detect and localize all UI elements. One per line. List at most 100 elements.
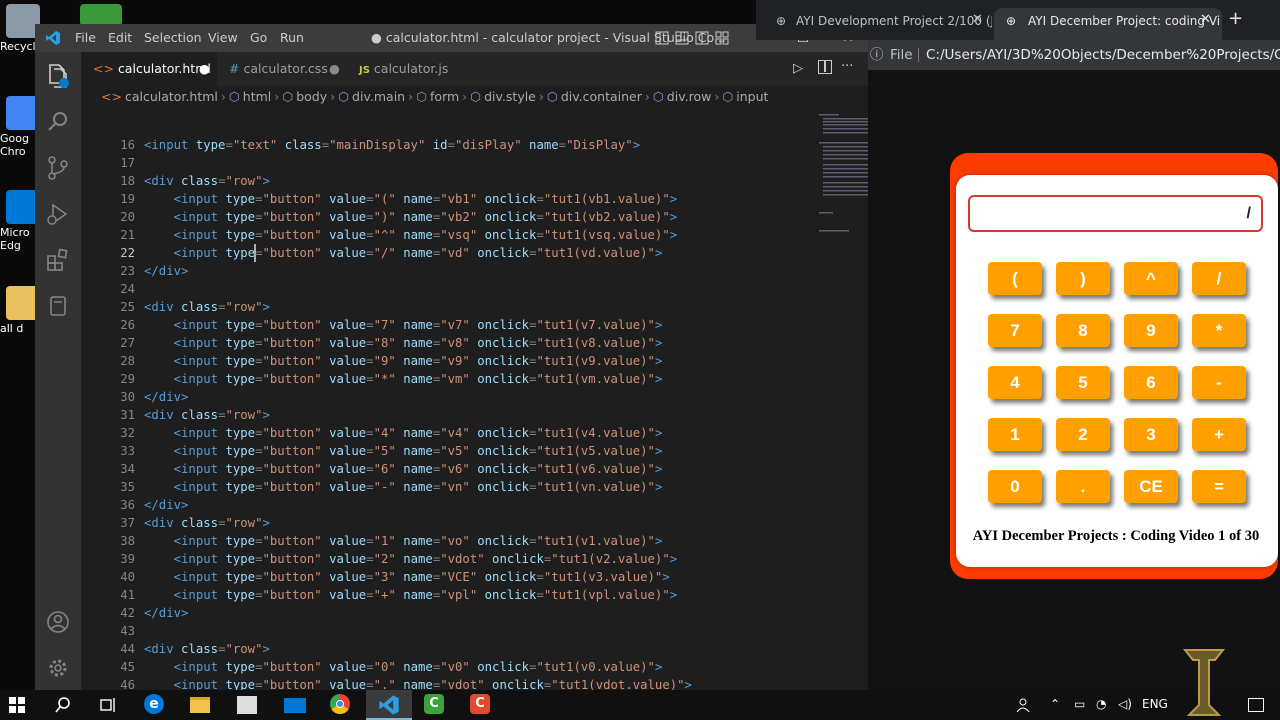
search-icon[interactable] [44, 108, 72, 136]
code-line[interactable]: 33 <input type="button" value="5" name="… [81, 442, 771, 460]
calc-key[interactable]: 8 [1056, 314, 1110, 347]
code-line[interactable]: 18 <div class="row"> [81, 172, 771, 190]
code-line[interactable]: 37 <div class="row"> [81, 514, 771, 532]
browser-tab-2[interactable]: ⊕ AYI December Project: coding Vi [994, 8, 1222, 40]
code-line[interactable]: 20 <input type="button" value=")" name="… [81, 208, 771, 226]
run-play-icon[interactable]: ▷ [793, 61, 803, 76]
calculator-display[interactable]: / [968, 195, 1263, 232]
tab-close-icon[interactable]: ✕ [1200, 12, 1211, 27]
menu-view[interactable]: View [208, 30, 238, 45]
source-control-icon[interactable] [44, 154, 72, 182]
code-line[interactable]: 27 <input type="button" value="8" name="… [81, 334, 771, 352]
code-line[interactable]: 41 <input type="button" value="+" name="… [81, 586, 771, 604]
task-view-icon[interactable] [97, 694, 119, 716]
calc-key[interactable]: 4 [988, 366, 1042, 399]
code-editor[interactable]: 16 <input type="text" class="mainDisplay"… [81, 108, 868, 690]
code-line[interactable]: 17 [81, 154, 771, 172]
calc-key[interactable]: ) [1056, 262, 1110, 295]
menu-edit[interactable]: Edit [108, 30, 132, 45]
calc-key[interactable]: * [1192, 314, 1246, 347]
chrome-icon[interactable] [330, 694, 352, 716]
new-tab-button[interactable]: + [1228, 8, 1243, 29]
code-line[interactable]: 29 <input type="button" value="*" name="… [81, 370, 771, 388]
calc-key[interactable]: + [1192, 418, 1246, 451]
calc-key[interactable]: . [1056, 470, 1110, 503]
breadcrumb-item[interactable]: calculator.html [125, 89, 218, 104]
code-line[interactable]: 46 <input type="button" value="." name="… [81, 676, 771, 690]
wifi-icon[interactable]: ◔ [1096, 697, 1106, 711]
code-line[interactable]: 39 <input type="button" value="2" name="… [81, 550, 771, 568]
calc-key[interactable]: = [1192, 470, 1246, 503]
settings-gear-icon[interactable] [44, 654, 72, 682]
code-line[interactable]: 19 <input type="button" value="(" name="… [81, 190, 771, 208]
camtasia-red-icon[interactable]: C [470, 694, 492, 716]
search-icon[interactable] [52, 694, 74, 716]
code-line[interactable]: 43 [81, 622, 771, 640]
code-line[interactable]: 34 <input type="button" value="6" name="… [81, 460, 771, 478]
calc-key[interactable]: 6 [1124, 366, 1178, 399]
layout-toggle-icons[interactable] [655, 31, 731, 45]
code-line[interactable]: 21 <input type="button" value="^" name="… [81, 226, 771, 244]
code-line[interactable]: 44 <div class="row"> [81, 640, 771, 658]
tab-calculator-css[interactable]: # calculator.css ● [217, 52, 347, 86]
calc-key[interactable]: ^ [1124, 262, 1178, 295]
code-line[interactable]: 38 <input type="button" value="1" name="… [81, 532, 771, 550]
menu-file[interactable]: File [75, 30, 96, 45]
calc-key[interactable]: 1 [988, 418, 1042, 451]
explorer-icon[interactable] [44, 62, 72, 90]
menu-go[interactable]: Go [250, 30, 267, 45]
address-url[interactable]: C:/Users/AYI/3D%20Objects/December%20Pro… [926, 40, 1280, 70]
code-line[interactable]: 24 [81, 280, 771, 298]
calc-key[interactable]: 7 [988, 314, 1042, 347]
mail-icon[interactable] [284, 694, 306, 716]
breadcrumb-item[interactable]: div.main [352, 89, 405, 104]
remote-explorer-icon[interactable] [44, 292, 72, 320]
store-icon[interactable] [237, 694, 259, 716]
breadcrumb-item[interactable]: div.row [667, 89, 712, 104]
split-editor-icon[interactable] [818, 60, 832, 74]
windows-start-icon[interactable] [6, 694, 28, 716]
calc-key[interactable]: 9 [1124, 314, 1178, 347]
more-actions-icon[interactable]: ··· [841, 59, 853, 74]
tab-close-icon[interactable]: ✕ [972, 12, 983, 27]
calc-key[interactable]: 2 [1056, 418, 1110, 451]
calc-key[interactable]: / [1192, 262, 1246, 295]
vscode-icon[interactable] [378, 694, 400, 716]
run-debug-icon[interactable] [44, 200, 72, 228]
breadcrumb-item[interactable]: html [243, 89, 271, 104]
volume-icon[interactable]: ◁) [1118, 697, 1132, 711]
code-line[interactable]: 31 <div class="row"> [81, 406, 771, 424]
code-line[interactable]: 40 <input type="button" value="3" name="… [81, 568, 771, 586]
browser-tab-1[interactable]: ⊕ AYI Development Project 2/100 (J [762, 8, 992, 40]
extensions-icon[interactable] [44, 246, 72, 274]
code-line[interactable]: 35 <input type="button" value="-" name="… [81, 478, 771, 496]
unsaved-dot-icon[interactable]: ● [199, 52, 210, 86]
code-line[interactable]: 45 <input type="button" value="0" name="… [81, 658, 771, 676]
code-line[interactable]: 26 <input type="button" value="7" name="… [81, 316, 771, 334]
tab-calculator-html[interactable]: <> calculator.html ● [81, 52, 217, 86]
code-line[interactable]: 23 </div> [81, 262, 771, 280]
menu-selection[interactable]: Selection [144, 30, 202, 45]
breadcrumb-item[interactable]: div.style [484, 89, 536, 104]
calc-key[interactable]: 0 [988, 470, 1042, 503]
camtasia-desktop-icon[interactable] [80, 4, 122, 26]
breadcrumb-item[interactable]: form [430, 89, 459, 104]
code-line[interactable]: 30 </div> [81, 388, 771, 406]
network-icon[interactable]: ▭ [1074, 697, 1085, 711]
info-icon[interactable]: ⓘ [870, 40, 884, 70]
tray-chevron-icon[interactable]: ⌃ [1050, 697, 1060, 711]
code-line[interactable]: 42 </div> [81, 604, 771, 622]
code-line[interactable]: 36 </div> [81, 496, 771, 514]
account-icon[interactable] [44, 608, 72, 636]
menu-run[interactable]: Run [280, 30, 304, 45]
code-line[interactable]: 16 <input type="text" class="mainDisplay"… [81, 136, 771, 154]
people-icon[interactable] [1014, 694, 1036, 716]
edge-icon[interactable]: e [144, 694, 166, 716]
code-line[interactable]: 32 <input type="button" value="4" name="… [81, 424, 771, 442]
file-explorer-icon[interactable] [190, 694, 212, 716]
language-indicator[interactable]: ENG [1142, 697, 1168, 711]
calc-key[interactable]: ( [988, 262, 1042, 295]
code-line[interactable]: 28 <input type="button" value="9" name="… [81, 352, 771, 370]
calc-key[interactable]: 3 [1124, 418, 1178, 451]
camtasia-green-icon[interactable]: C [424, 694, 446, 716]
